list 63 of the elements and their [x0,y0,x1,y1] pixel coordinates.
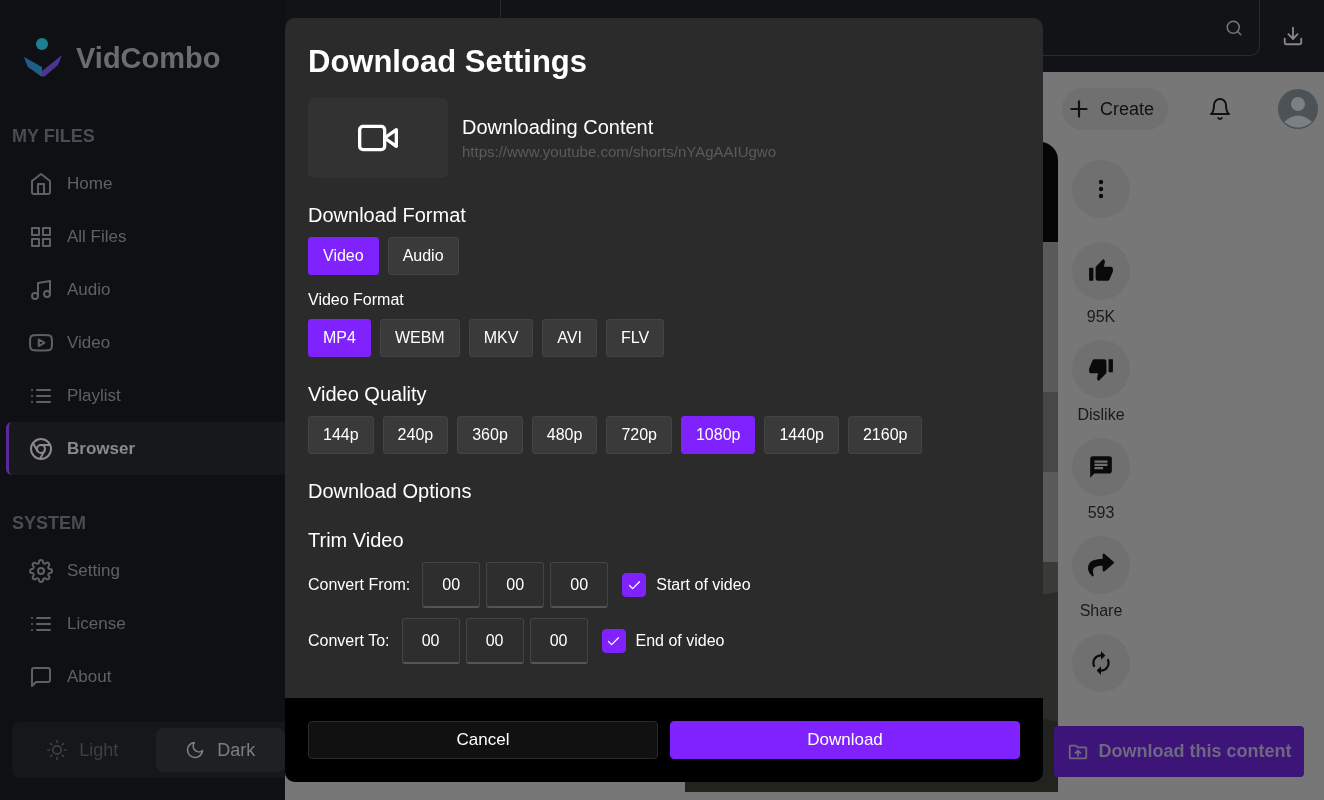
action-label: Dislike [1077,406,1125,424]
download-icon[interactable] [1282,25,1304,47]
video-format-option[interactable]: MP4 [308,319,371,357]
section-heading: Download Format [308,204,467,227]
thumbs-up-icon [1088,258,1114,284]
quality-option[interactable]: 144p [308,416,374,454]
sidebar-item[interactable]: Browser [6,422,285,475]
grid-icon [29,224,53,249]
video-format-option[interactable]: AVI [542,319,597,357]
checkbox-label: Start of video [656,576,751,594]
section-title: SYSTEM [11,513,87,534]
quality-option[interactable]: 1440p [764,416,839,454]
time-field[interactable]: 00 [486,562,545,608]
bell-icon[interactable] [1208,97,1233,121]
logo-icon [22,37,64,79]
home-icon [29,171,53,196]
music-note-icon [29,277,53,302]
section-heading: Trim Video [308,529,405,552]
section-title: MY FILES [11,126,96,147]
moon-icon [185,740,206,760]
sun-icon [47,740,68,760]
field-label: Convert From: [308,576,411,594]
video-format-option[interactable]: WEBM [379,319,460,357]
app-name: VidCombo [76,41,221,75]
quality-option[interactable]: 360p [457,416,523,454]
quality-option[interactable]: 2160p [847,416,923,454]
video-format-option[interactable]: FLV [605,319,665,357]
action-label: 593 [1087,504,1115,522]
checkbox[interactable] [622,573,647,597]
time-field[interactable]: 00 [465,618,524,664]
action-label: Share [1079,602,1123,620]
field-label: Video Format [308,291,405,309]
video-format-option[interactable]: MKV [468,319,534,357]
theme-option[interactable]: Dark [155,728,285,772]
thumbs-down-icon [1088,356,1114,382]
quality-option[interactable]: 720p [606,416,672,454]
format-option[interactable]: Video [308,237,379,275]
format-option[interactable]: Audio [387,237,459,275]
time-field[interactable]: 00 [550,562,609,608]
section-heading: Download Options [308,480,473,503]
comment-icon [1088,454,1114,480]
time-field[interactable]: 00 [422,562,481,608]
settings-icon [29,558,53,583]
quality-option[interactable]: 240p [382,416,449,454]
dialog-title: Download Settings [308,44,588,80]
checkbox-label: End of video [635,632,725,650]
field-label: Convert To: [308,632,390,650]
cancel-button[interactable]: Cancel [308,721,658,759]
download-button[interactable]: Download [670,721,1020,759]
quality-option[interactable]: 480p [531,416,598,454]
search-icon [1225,18,1243,37]
chat-icon [29,664,53,689]
time-field[interactable]: 00 [529,618,588,664]
browser-icon [29,436,53,461]
checkbox[interactable] [601,629,626,653]
more-icon [1098,179,1104,199]
quality-option[interactable]: 1080p [680,416,756,454]
time-field[interactable]: 00 [401,618,460,664]
create-button[interactable]: Create [1062,88,1169,130]
action-label: 95K [1086,308,1116,326]
section-heading: Video Quality [308,383,428,406]
content-title: Downloading Content [462,116,655,139]
share-icon [1088,552,1114,578]
